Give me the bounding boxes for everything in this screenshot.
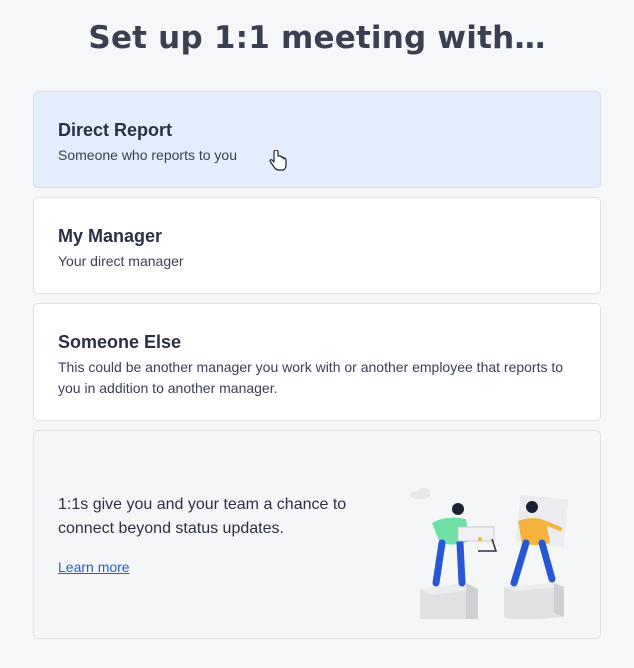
option-title: Direct Report xyxy=(58,120,173,140)
option-title: Someone Else xyxy=(58,332,182,352)
hand-pointer-icon xyxy=(269,150,287,171)
option-direct-report[interactable]: Direct Report Someone who reports to you xyxy=(33,91,601,188)
page-title: Set up 1:1 meeting with… xyxy=(88,20,546,56)
option-description: Someone who reports to you xyxy=(58,147,237,163)
learn-more-link[interactable]: Learn more xyxy=(58,559,130,575)
info-panel: 1:1s give you and your team a chance to … xyxy=(33,430,601,639)
two-people-meeting-illustration xyxy=(410,488,569,619)
info-text: 1:1s give you and your team a chance to … xyxy=(58,496,347,537)
option-title: My Manager xyxy=(58,226,163,246)
option-description: This could be another manager you work w… xyxy=(58,359,564,396)
option-description: Your direct manager xyxy=(58,253,184,269)
option-someone-else[interactable]: Someone Else This could be another manag… xyxy=(33,303,601,421)
option-my-manager[interactable]: My Manager Your direct manager xyxy=(33,197,601,294)
